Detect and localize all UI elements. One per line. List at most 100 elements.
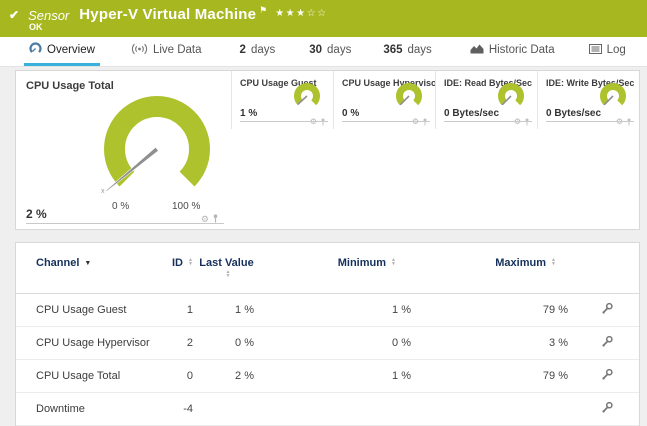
channel-last-value <box>196 392 257 426</box>
gauge-cpu-usage-hypervisor: CPU Usage Hypervisor 0 % ⚙ <box>333 71 436 131</box>
channel-name: CPU Usage Guest <box>16 293 166 327</box>
tab-label: Historic Data <box>488 44 555 56</box>
wrench-icon[interactable] <box>601 335 614 351</box>
area-chart-icon <box>470 43 484 57</box>
wrench-icon[interactable] <box>601 401 614 417</box>
table-row: CPU Usage Hypervisor 2 0 % 0 % 3 % <box>16 326 639 360</box>
gauge-current-value: 0 Bytes/sec <box>444 108 500 119</box>
gauge-divider <box>342 121 430 122</box>
pin-icon[interactable] <box>320 113 326 131</box>
wrench-icon[interactable] <box>601 368 614 384</box>
tab-label: Log <box>606 44 626 56</box>
tab-historic-data[interactable]: Historic Data <box>465 37 560 66</box>
column-label: Channel <box>36 257 80 269</box>
gauge-ide-write-bytes: IDE: Write Bytes/Sec 0 Bytes/sec ⚙ <box>537 71 639 129</box>
sort-icon: ▲▼ <box>188 257 193 267</box>
tab-365-days[interactable]: 365 days <box>378 37 436 66</box>
tab-label: Live Data <box>152 44 202 56</box>
pin-icon[interactable] <box>422 113 428 131</box>
sensor-status-banner: ✔ Sensor Hyper-V Virtual Machine ⚑ ★★★☆☆… <box>0 0 647 37</box>
sort-icon: ▲▼ <box>391 257 396 267</box>
column-label: Last Value <box>199 257 254 269</box>
tab-label-number: 30 <box>309 44 323 56</box>
gauge-dial <box>600 83 626 106</box>
channels-table-panel: Channel ▼ ID ▲▼ Last Value▲▼ Minimum ▲▼ Max… <box>15 242 640 426</box>
object-kind-label: Sensor <box>28 8 70 23</box>
column-header-channel[interactable]: Channel ▼ <box>16 243 166 294</box>
tab-label-number: 2 <box>239 44 246 56</box>
gauges-panel: CPU Usage Total x 0 % 100 % 2 % ⚙ CPU Us… <box>15 70 640 230</box>
gauge-current-value: 0 Bytes/sec <box>546 108 602 119</box>
column-header-id[interactable]: ID ▲▼ <box>166 243 196 294</box>
gauge-dial: x <box>101 96 210 195</box>
tab-live-data[interactable]: Live Data <box>126 37 207 66</box>
gauge-cpu-usage-total: CPU Usage Total x 0 % 100 % 2 % ⚙ <box>16 71 231 229</box>
channel-maximum: 79 % <box>414 359 571 393</box>
column-header-minimum[interactable]: Minimum ▲▼ <box>257 243 414 294</box>
column-label: Maximum <box>495 257 546 269</box>
gauge-current-value: 2 % <box>26 207 47 221</box>
status-badge: OK <box>29 22 43 32</box>
column-header-actions <box>571 243 639 294</box>
channel-id: 0 <box>166 359 196 393</box>
log-list-icon <box>588 43 602 57</box>
pin-icon[interactable] <box>524 113 530 131</box>
gear-icon[interactable]: ⚙ <box>310 118 317 126</box>
channel-minimum: 1 % <box>257 359 414 393</box>
channel-name: CPU Usage Hypervisor <box>16 326 166 360</box>
table-header-row: Channel ▼ ID ▲▼ Last Value▲▼ Minimum ▲▼ Max… <box>16 243 639 294</box>
tab-label-number: 365 <box>383 44 403 56</box>
sort-desc-icon: ▼ <box>84 260 92 267</box>
sensor-title: Hyper-V Virtual Machine <box>79 6 257 23</box>
flag-icon: ⚑ <box>259 5 268 15</box>
channel-name: Downtime <box>16 392 166 426</box>
channels-table: Channel ▼ ID ▲▼ Last Value▲▼ Minimum ▲▼ Max… <box>16 243 639 426</box>
channel-name: CPU Usage Total <box>16 359 166 393</box>
column-label: ID <box>172 257 183 269</box>
wrench-icon[interactable] <box>601 302 614 318</box>
gauge-divider <box>444 121 532 122</box>
channel-maximum: 79 % <box>414 293 571 327</box>
sort-icon: ▲▼ <box>551 257 556 267</box>
channel-minimum: 0 % <box>257 326 414 360</box>
channel-minimum <box>257 392 414 426</box>
gauge-current-value: 0 % <box>342 108 360 119</box>
gauge-ide-read-bytes: IDE: Read Bytes/Sec 0 Bytes/sec ⚙ <box>435 71 537 129</box>
tab-log[interactable]: Log <box>584 37 631 66</box>
pin-icon[interactable] <box>626 113 632 131</box>
gauge-scale-min: 0 % <box>112 201 130 212</box>
priority-stars[interactable]: ★★★☆☆ <box>275 8 327 19</box>
overview-content: CPU Usage Total x 0 % 100 % 2 % ⚙ CPU Us… <box>0 67 647 426</box>
gauge-current-value: 1 % <box>240 108 258 119</box>
channel-last-value: 0 % <box>196 326 257 360</box>
column-header-last-value[interactable]: Last Value▲▼ <box>196 243 257 294</box>
tab-label: days <box>327 44 352 56</box>
column-header-maximum[interactable]: Maximum ▲▼ <box>414 243 571 294</box>
channel-id: -4 <box>166 392 196 426</box>
tab-2-days[interactable]: 2 days <box>235 37 281 66</box>
tab-30-days[interactable]: 30 days <box>304 37 356 66</box>
live-signal-icon <box>131 43 148 58</box>
table-row: CPU Usage Total 0 2 % 1 % 79 % <box>16 359 639 393</box>
gauge-divider <box>26 223 224 224</box>
gauge-divider <box>546 121 634 122</box>
channel-id: 1 <box>166 293 196 327</box>
table-row: Downtime -4 <box>16 392 639 426</box>
gauge-divider <box>240 121 328 122</box>
table-row: CPU Usage Guest 1 1 % 1 % 79 % <box>16 293 639 327</box>
gear-icon[interactable]: ⚙ <box>616 118 623 126</box>
pin-icon[interactable] <box>212 210 219 228</box>
channel-id: 2 <box>166 326 196 360</box>
tab-label: days <box>250 44 276 56</box>
channel-maximum: 3 % <box>414 326 571 360</box>
column-label: Minimum <box>337 257 386 269</box>
gear-icon[interactable]: ⚙ <box>412 118 419 126</box>
channel-minimum: 1 % <box>257 293 414 327</box>
gauge-scale-marker: x <box>101 188 105 195</box>
channel-maximum <box>414 392 571 426</box>
channel-last-value: 1 % <box>196 293 257 327</box>
gauge-icon <box>29 42 42 58</box>
gear-icon[interactable]: ⚙ <box>514 118 521 126</box>
tab-overview[interactable]: Overview <box>24 37 100 66</box>
sort-icon: ▲▼ <box>225 269 231 279</box>
